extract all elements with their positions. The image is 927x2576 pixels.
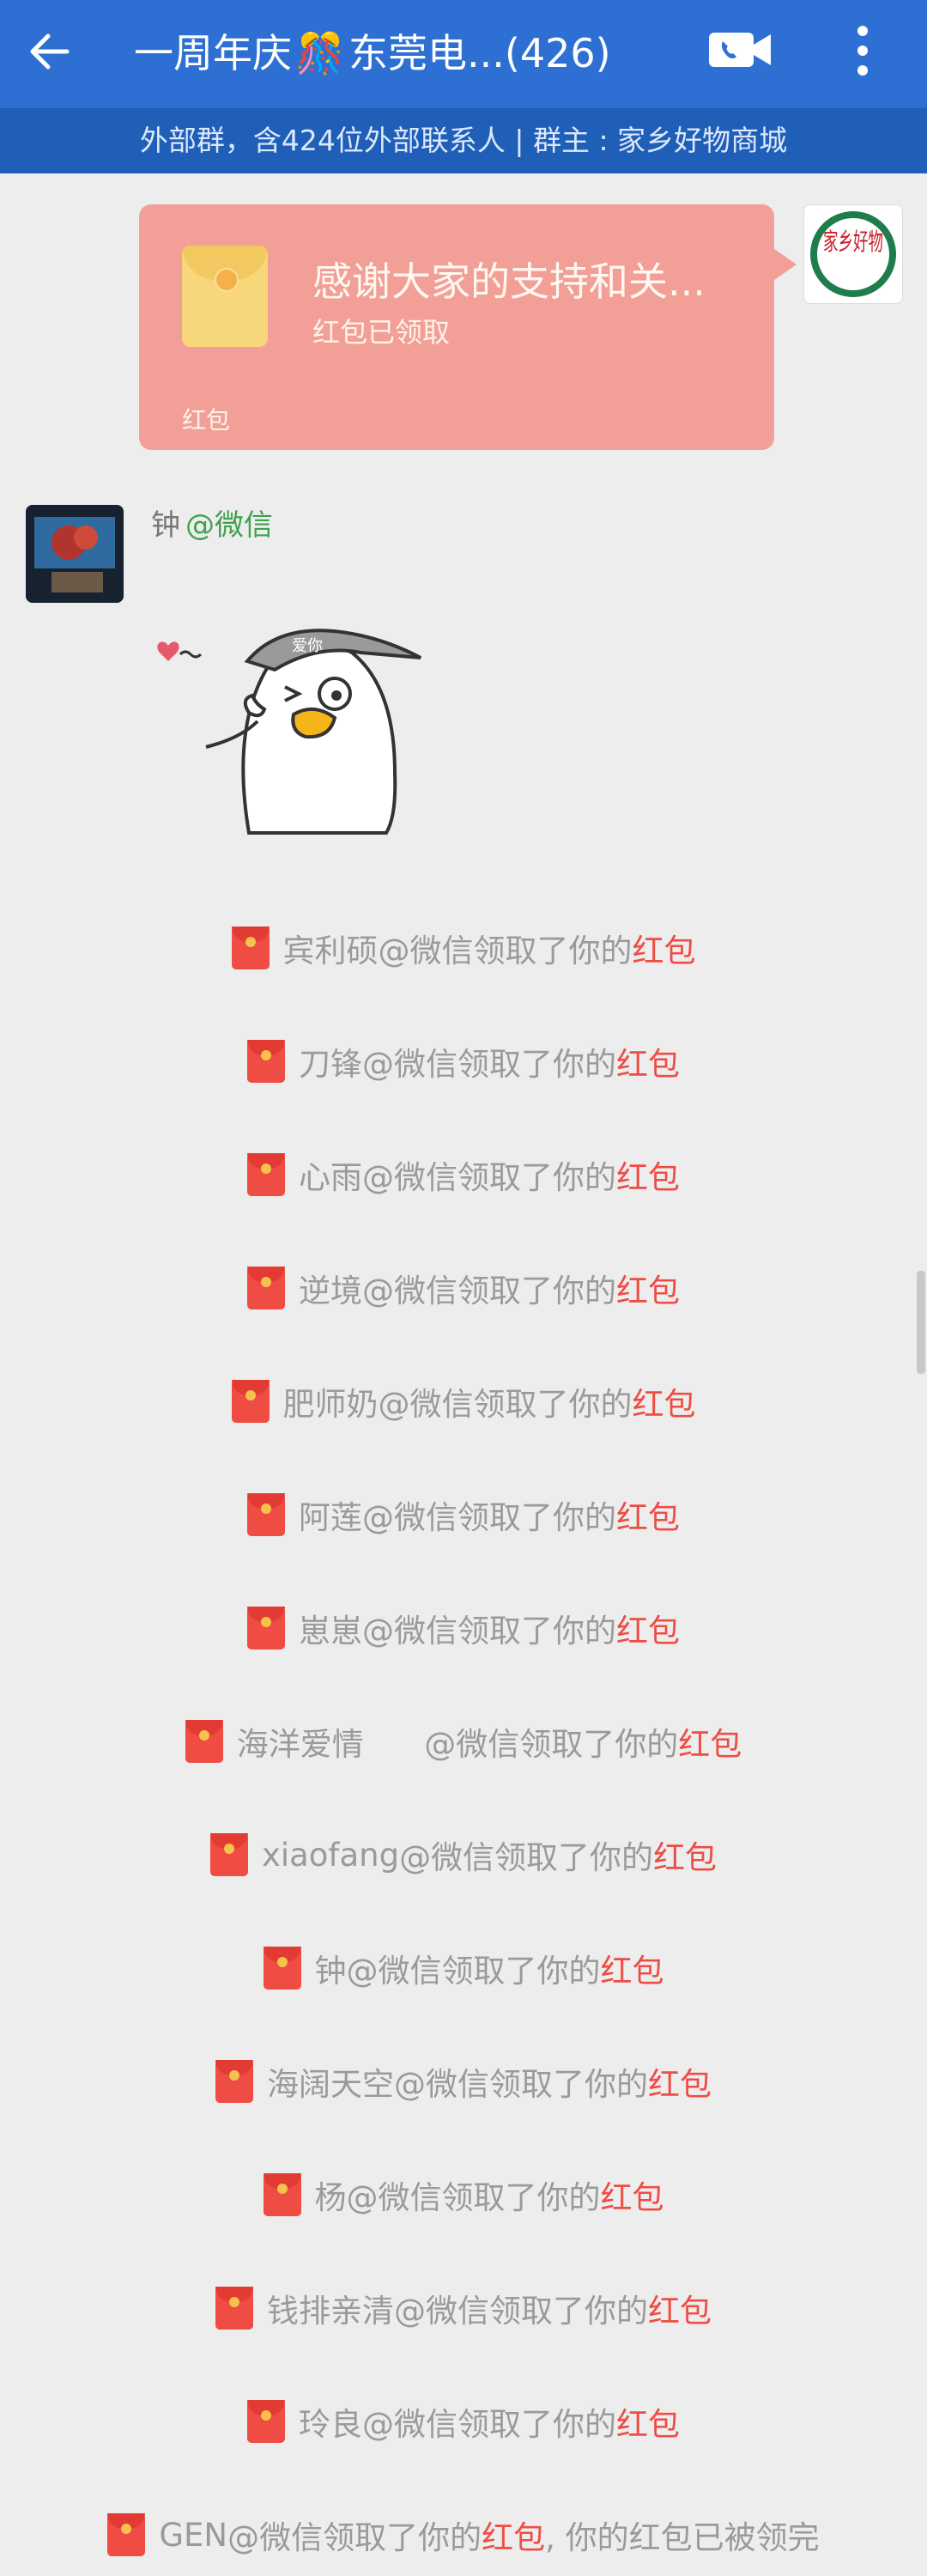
claim-row: 杨 @微信领取了你的 红包	[0, 2169, 927, 2221]
more-options-icon[interactable]	[850, 21, 876, 81]
red-packet-link[interactable]: 红包	[616, 1038, 680, 1084]
red-packet-link[interactable]: 红包	[482, 2512, 545, 2558]
claim-row: 肥师奶 @微信领取了你的 红包	[0, 1376, 927, 1427]
claim-row: 刀锋 @微信领取了你的 红包	[0, 1036, 927, 1087]
red-packet-link[interactable]: 红包	[633, 1378, 696, 1425]
claim-row: 海阔天空 @微信领取了你的 红包	[0, 2056, 927, 2107]
claim-row: 心雨 @微信领取了你的 红包	[0, 1149, 927, 1200]
red-packet-icon	[263, 1947, 301, 1990]
red-packet-icon	[247, 2400, 285, 2443]
shop-logo-icon: 家乡好物	[810, 211, 896, 297]
claim-row: 钱排亲清 @微信领取了你的 红包	[0, 2282, 927, 2334]
red-packet-icon	[215, 2060, 253, 2103]
claim-row: 宾利硕 @微信领取了你的 红包	[0, 922, 927, 974]
red-envelope-icon	[182, 246, 268, 347]
sender-name: 钟 @微信	[151, 508, 273, 543]
red-packet-icon	[247, 1153, 285, 1196]
svg-text:家乡好物: 家乡好物	[823, 228, 883, 256]
red-packet-icon	[107, 2513, 146, 2556]
claim-row: 崽崽 @微信领取了你的 红包	[0, 1602, 927, 1654]
avatar[interactable]	[26, 505, 124, 603]
red-packet-icon	[247, 1040, 285, 1083]
red-packet-link[interactable]: 红包	[648, 2058, 712, 2105]
party-popper-icon: 🎊	[295, 30, 345, 76]
red-packet-link[interactable]: 红包	[633, 925, 696, 971]
red-packet-link[interactable]: 红包	[653, 1832, 717, 1878]
chat-title: 一周年庆🎊东莞电...(426)	[134, 27, 611, 79]
red-packet-icon	[247, 1267, 285, 1309]
red-packet-icon	[247, 1607, 285, 1649]
video-call-icon[interactable]	[706, 24, 774, 76]
claim-row: 玲良 @微信领取了你的 红包	[0, 2396, 927, 2447]
claim-row: xiaofang @微信领取了你的 红包	[0, 1829, 927, 1880]
red-packet-link[interactable]: 红包	[616, 2398, 680, 2445]
mention[interactable]: @微信	[185, 508, 273, 543]
avatar[interactable]: 家乡好物	[803, 204, 903, 304]
red-packet-link[interactable]: 红包	[616, 1265, 680, 1311]
red-packet-message[interactable]: 感谢大家的支持和关... 红包已领取 红包	[139, 204, 797, 450]
red-packet-icon	[185, 1720, 223, 1763]
red-packet-icon	[231, 927, 270, 969]
duck-sticker[interactable]: 爱你	[146, 601, 455, 841]
red-packet-status: 红包已领取	[312, 316, 451, 349]
red-packet-link[interactable]: 红包	[616, 1151, 680, 1198]
red-packet-link[interactable]: 红包	[601, 1945, 664, 1991]
red-packet-icon	[209, 1833, 248, 1876]
red-packet-title: 感谢大家的支持和关...	[312, 258, 706, 305]
red-packet-icon	[263, 2173, 301, 2216]
title-prefix: 一周年庆	[134, 30, 292, 76]
app-bar: 一周年庆🎊东莞电...(426)	[0, 0, 927, 108]
red-packet-link[interactable]: 红包	[616, 1492, 680, 1538]
red-packet-label: 红包	[182, 406, 231, 434]
red-packet-link[interactable]: 红包	[678, 1718, 742, 1765]
red-packet-link[interactable]: 红包	[601, 2172, 664, 2218]
red-packet-icon	[247, 1493, 285, 1536]
title-suffix: 东莞电...(426)	[348, 30, 611, 76]
claim-row: 阿莲 @微信领取了你的 红包	[0, 1489, 927, 1540]
back-arrow-icon[interactable]	[24, 26, 76, 77]
claim-row: 钟 @微信领取了你的 红包	[0, 1942, 927, 1994]
scrollbar[interactable]	[917, 1271, 925, 1374]
svg-text:爱你: 爱你	[292, 637, 323, 655]
red-packet-icon	[231, 1380, 270, 1423]
red-packet-link[interactable]: 红包	[616, 1605, 680, 1651]
claim-row: 海洋爱情 @微信领取了你的 红包	[0, 1716, 927, 1767]
red-packet-link[interactable]: 红包	[648, 2285, 712, 2331]
red-packet-icon	[215, 2287, 253, 2330]
claim-row: GEN @微信领取了你的 红包, 你的红包已被领完	[0, 2509, 927, 2561]
group-info-bar[interactable]: 外部群，含424位外部联系人 | 群主 : 家乡好物商城	[0, 108, 927, 173]
claim-row: 逆境 @微信领取了你的 红包	[0, 1262, 927, 1314]
